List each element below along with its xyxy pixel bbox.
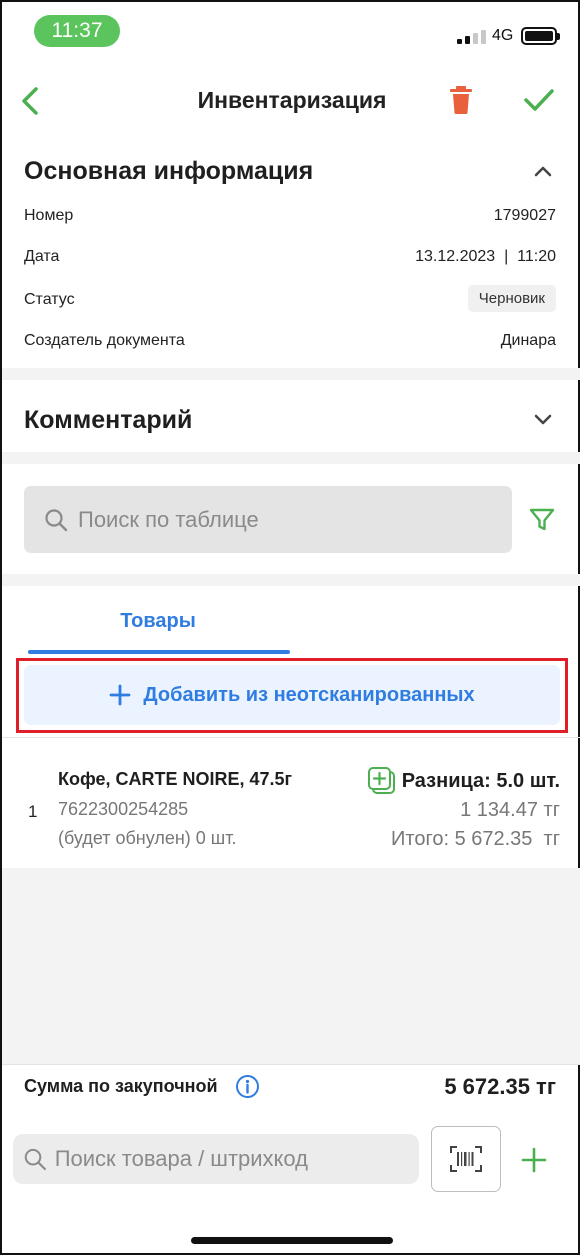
section-divider: [2, 574, 580, 586]
trash-icon: [450, 86, 472, 114]
network-type: 4G: [492, 27, 514, 44]
barcode-scan-icon: [450, 1146, 482, 1172]
info-icon[interactable]: [235, 1074, 260, 1099]
checkmark-icon: [524, 89, 554, 111]
search-icon: [45, 508, 68, 531]
confirm-button[interactable]: [522, 86, 556, 114]
table-search-input[interactable]: [78, 506, 478, 533]
plus-icon: [521, 1147, 547, 1173]
item-name: Кофе, CARTE NOIRE, 47.5г: [58, 769, 293, 789]
cellular-signal-icon: [457, 28, 486, 44]
status-label: Статус: [24, 291, 75, 308]
product-search-input[interactable]: [54, 1146, 419, 1172]
tab-goods[interactable]: Товары: [28, 610, 288, 633]
delete-button[interactable]: [447, 84, 475, 116]
section-divider: [2, 452, 580, 464]
purchase-sum-label: Сумма по закупочной: [24, 1076, 218, 1096]
battery-icon: [521, 27, 560, 45]
status-badge: Черновик: [467, 285, 556, 312]
add-from-unscanned-button[interactable]: Добавить из неотсканированных: [24, 665, 560, 725]
plus-icon: [109, 684, 131, 706]
number-label: Номер: [24, 207, 74, 224]
list-empty-area: [2, 868, 580, 1064]
purchase-sum-value: 5 672.35 тг: [444, 1074, 556, 1099]
collapse-main-info-button[interactable]: [530, 160, 556, 182]
add-copy-icon[interactable]: [367, 766, 397, 796]
tab-active-indicator: [28, 650, 290, 654]
home-indicator: [191, 1237, 393, 1244]
number-value: 1799027: [493, 207, 556, 224]
chevron-down-icon: [534, 414, 552, 425]
product-search-field[interactable]: [13, 1134, 419, 1184]
comment-section[interactable]: Комментарий: [2, 380, 580, 452]
chevron-up-icon: [534, 166, 552, 177]
page-title: Инвентаризация: [197, 87, 387, 113]
item-total: Итого: 5 672.35 тг: [391, 828, 560, 850]
table-search-field[interactable]: [24, 486, 512, 553]
main-info-title: Основная информация: [24, 157, 314, 185]
status-time: 11:37: [34, 15, 120, 47]
creator-label: Создатель документа: [24, 332, 185, 349]
item-price: 1 134.47 тг: [460, 799, 560, 821]
date-value: 13.12.2023 | 11:20: [415, 248, 556, 265]
filter-icon: [529, 508, 555, 531]
item-index: 1: [28, 802, 38, 821]
add-from-unscanned-label: Добавить из неотсканированных: [143, 683, 475, 706]
creator-value: Динара: [500, 332, 556, 349]
filter-button[interactable]: [528, 506, 556, 534]
item-barcode: 7622300254285: [58, 799, 189, 819]
barcode-scan-button[interactable]: [431, 1126, 501, 1192]
search-icon: [24, 1148, 46, 1171]
comment-title: Комментарий: [24, 406, 193, 434]
footer-divider: [2, 1064, 580, 1065]
add-product-button[interactable]: [520, 1146, 548, 1174]
item-note: (будет обнулен) 0 шт.: [58, 828, 237, 848]
date-label: Дата: [24, 248, 60, 265]
section-divider: [2, 368, 580, 380]
item-difference: Разница: 5.0 шт.: [401, 770, 560, 792]
